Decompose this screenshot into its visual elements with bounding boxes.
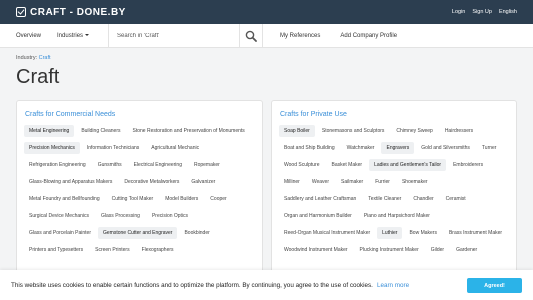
nav-industries-dropdown[interactable]: Industries [49,33,97,39]
craft-tag[interactable]: Screen Printers [90,244,134,256]
craft-tag[interactable]: Wood Sculpture [279,159,324,171]
craft-tag[interactable]: Engravers [381,142,415,154]
craft-tag[interactable]: Galvanizer [186,176,220,188]
craft-tag[interactable]: Organ and Harmonium Builder [279,210,357,222]
craft-tag[interactable]: Glass Processing [96,210,145,222]
main-nav: Overview Industries My References Add Co… [0,23,533,48]
private-tag-list: Soap Boiler Stonemasons and Sculptors Chim… [279,125,509,256]
top-bar: CRAFT - DONE.BY Login Sign Up English [0,0,533,24]
craft-tag[interactable]: Precision Mechanics [24,142,80,154]
craft-tag[interactable]: Basket Maker [326,159,367,171]
craft-tag[interactable]: Refrigeration Engineering [24,159,91,171]
craft-tag[interactable]: Surgical Device Mechanics [24,210,94,222]
craft-tag[interactable]: Bookbinder [179,227,214,239]
craft-tag[interactable]: Metal Foundry and Bellfounding [24,193,105,205]
craft-tag[interactable]: Woodwind Instrument Maker [279,244,353,256]
cookie-learn-more-link[interactable]: Learn more [377,282,409,289]
breadcrumb: Industry: Craft [16,55,51,61]
craft-tag[interactable]: Saddlery and Leather Craftsman [279,193,361,205]
caret-down-icon [85,33,90,36]
search-button[interactable] [239,23,262,48]
craft-tag[interactable]: Cutting Tool Maker [107,193,159,205]
breadcrumb-link-craft[interactable]: Craft [39,55,51,61]
private-crafts-title: Crafts for Private Use [280,111,347,118]
search-input[interactable] [109,32,233,39]
craft-tag[interactable]: Shoemaker [397,176,433,188]
craft-tag[interactable]: Embroiderers [448,159,488,171]
cookie-agree-button[interactable]: Agreed! [467,278,522,293]
craft-tag[interactable]: Brass Instrument Maker [444,227,507,239]
search-box [108,23,263,48]
nav-overview[interactable]: Overview [0,33,49,39]
craft-tag[interactable]: Ceramist [441,193,471,205]
craft-tag[interactable]: Plucking Instrument Maker [355,244,424,256]
craft-tag[interactable]: Metal Engineering [24,125,75,137]
craft-tag[interactable]: Sailmaker [336,176,368,188]
commercial-crafts-title: Crafts for Commercial Needs [25,111,116,118]
search-icon [245,30,257,42]
brand-logo[interactable]: CRAFT - DONE.BY [16,7,126,18]
craft-tag[interactable]: Ladies and Gentlemen's Tailor [369,159,447,171]
craft-tag[interactable]: Glass-Blowing and Apparatus Makers [24,176,117,188]
account-links: Login Sign Up English [452,9,517,15]
cookie-text: This website uses cookies to enable cert… [11,281,373,289]
craft-tag[interactable]: Textile Cleaner [363,193,406,205]
craft-tag[interactable]: Decorative Metalworkers [119,176,184,188]
craft-tag[interactable]: Soap Boiler [279,125,315,137]
brand-name: CRAFT - DONE.BY [30,6,126,18]
craft-tag[interactable]: Milliner [279,176,305,188]
craft-tag[interactable]: Cooper [205,193,231,205]
craft-tag[interactable]: Building Cleaners [76,125,125,137]
craft-tag[interactable]: Gilder [426,244,449,256]
craft-tag[interactable]: Chimney Sweep [391,125,437,137]
craft-tag[interactable]: Gardener [451,244,482,256]
page-title: Craft [16,66,60,88]
craft-tag[interactable]: Furrier [370,176,395,188]
commercial-tag-list: Metal Engineering Building Cleaners Stone … [24,125,255,256]
breadcrumb-label: Industry: [16,55,38,61]
craft-tag[interactable]: Gemstone Cutter and Engraver [97,227,178,239]
craft-tag[interactable]: Gunsmiths [93,159,127,171]
craft-tag[interactable]: Agricultural Mechanic [146,142,204,154]
nav-my-references[interactable]: My References [280,33,320,39]
nav-add-company-profile[interactable]: Add Company Profile [340,33,397,39]
craft-tag[interactable]: Information Technicians [82,142,144,154]
craft-tag[interactable]: Chandler [408,193,438,205]
craft-tag[interactable]: Turner [477,142,502,154]
cookie-banner: This website uses cookies to enable cert… [0,270,533,300]
craft-tag[interactable]: Ropemaker [189,159,225,171]
craft-tag[interactable]: Boat and Ship Building [279,142,340,154]
craft-tag[interactable]: Hairdressers [440,125,478,137]
craft-tag[interactable]: Stone Restoration and Preservation of Mo… [128,125,250,137]
checkbox-logo-icon [16,7,26,17]
nav-right-group: My References Add Company Profile [280,33,397,39]
craft-tag[interactable]: Gold and Silversmiths [416,142,475,154]
craft-tag[interactable]: Glass and Porcelain Painter [24,227,96,239]
language-link[interactable]: English [499,9,517,15]
craft-tag[interactable]: Flexographers [137,244,179,256]
craft-tag[interactable]: Model Builders [160,193,203,205]
nav-industries-label: Industries [57,32,84,39]
craft-tag[interactable]: Printers and Typesetters [24,244,88,256]
craft-tag[interactable]: Weaver [307,176,334,188]
craft-tag[interactable]: Reed-Organ Musical Instrument Maker [279,227,375,239]
login-link[interactable]: Login [452,9,465,15]
craft-tag[interactable]: Piano and Harpsichord Maker [359,210,435,222]
craft-tag[interactable]: Luthier [377,227,403,239]
craft-tag[interactable]: Precision Optics [147,210,193,222]
craft-tag[interactable]: Watchmaker [342,142,380,154]
craft-tag[interactable]: Stonemasons and Sculptors [317,125,390,137]
signup-link[interactable]: Sign Up [472,9,492,15]
craft-tag[interactable]: Electrical Engineering [129,159,187,171]
craft-tag[interactable]: Bow Makers [404,227,442,239]
